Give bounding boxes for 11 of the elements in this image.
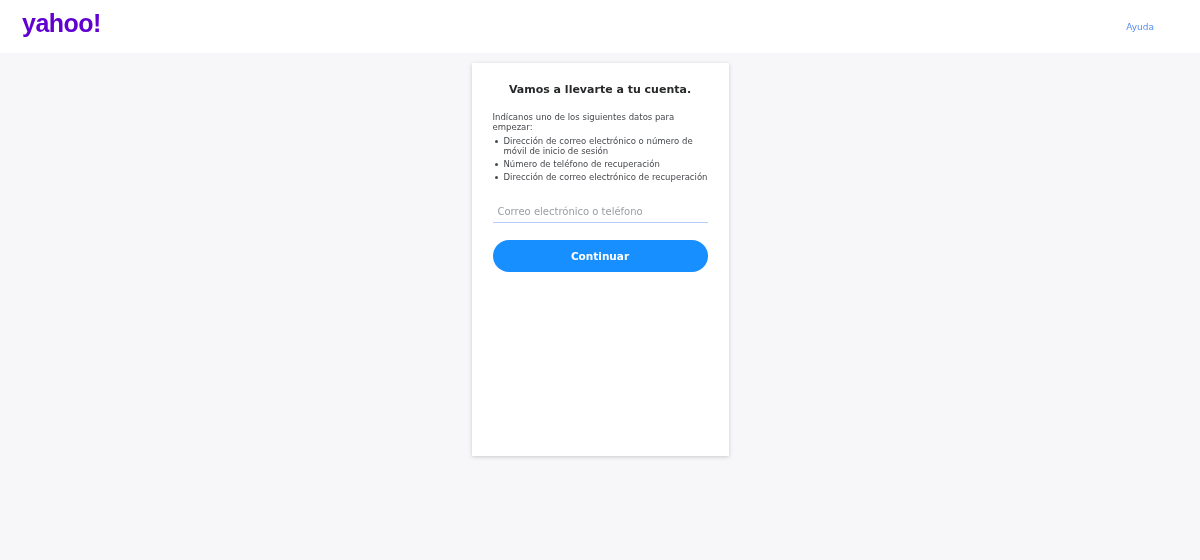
- bullet-icon: [494, 176, 498, 179]
- option-text: Dirección de correo electrónico de recuperación: [503, 172, 708, 182]
- help-link[interactable]: Ayuda: [1126, 21, 1154, 32]
- card-title: Vamos a llevarte a tu cuenta.: [507, 83, 693, 96]
- yahoo-logo[interactable]: yahoo!: [22, 9, 101, 38]
- bullet-icon: [494, 140, 498, 143]
- intro-text: Indícanos uno de los siguientes datos para empezar:: [492, 112, 676, 132]
- option-text: Dirección de correo electrónico o número de móvil de inicio de sesión: [503, 136, 694, 156]
- option-text: Número de teléfono de recuperación: [503, 159, 660, 169]
- bullet-icon: [494, 163, 498, 166]
- continue-button[interactable]: Continuar: [492, 240, 708, 272]
